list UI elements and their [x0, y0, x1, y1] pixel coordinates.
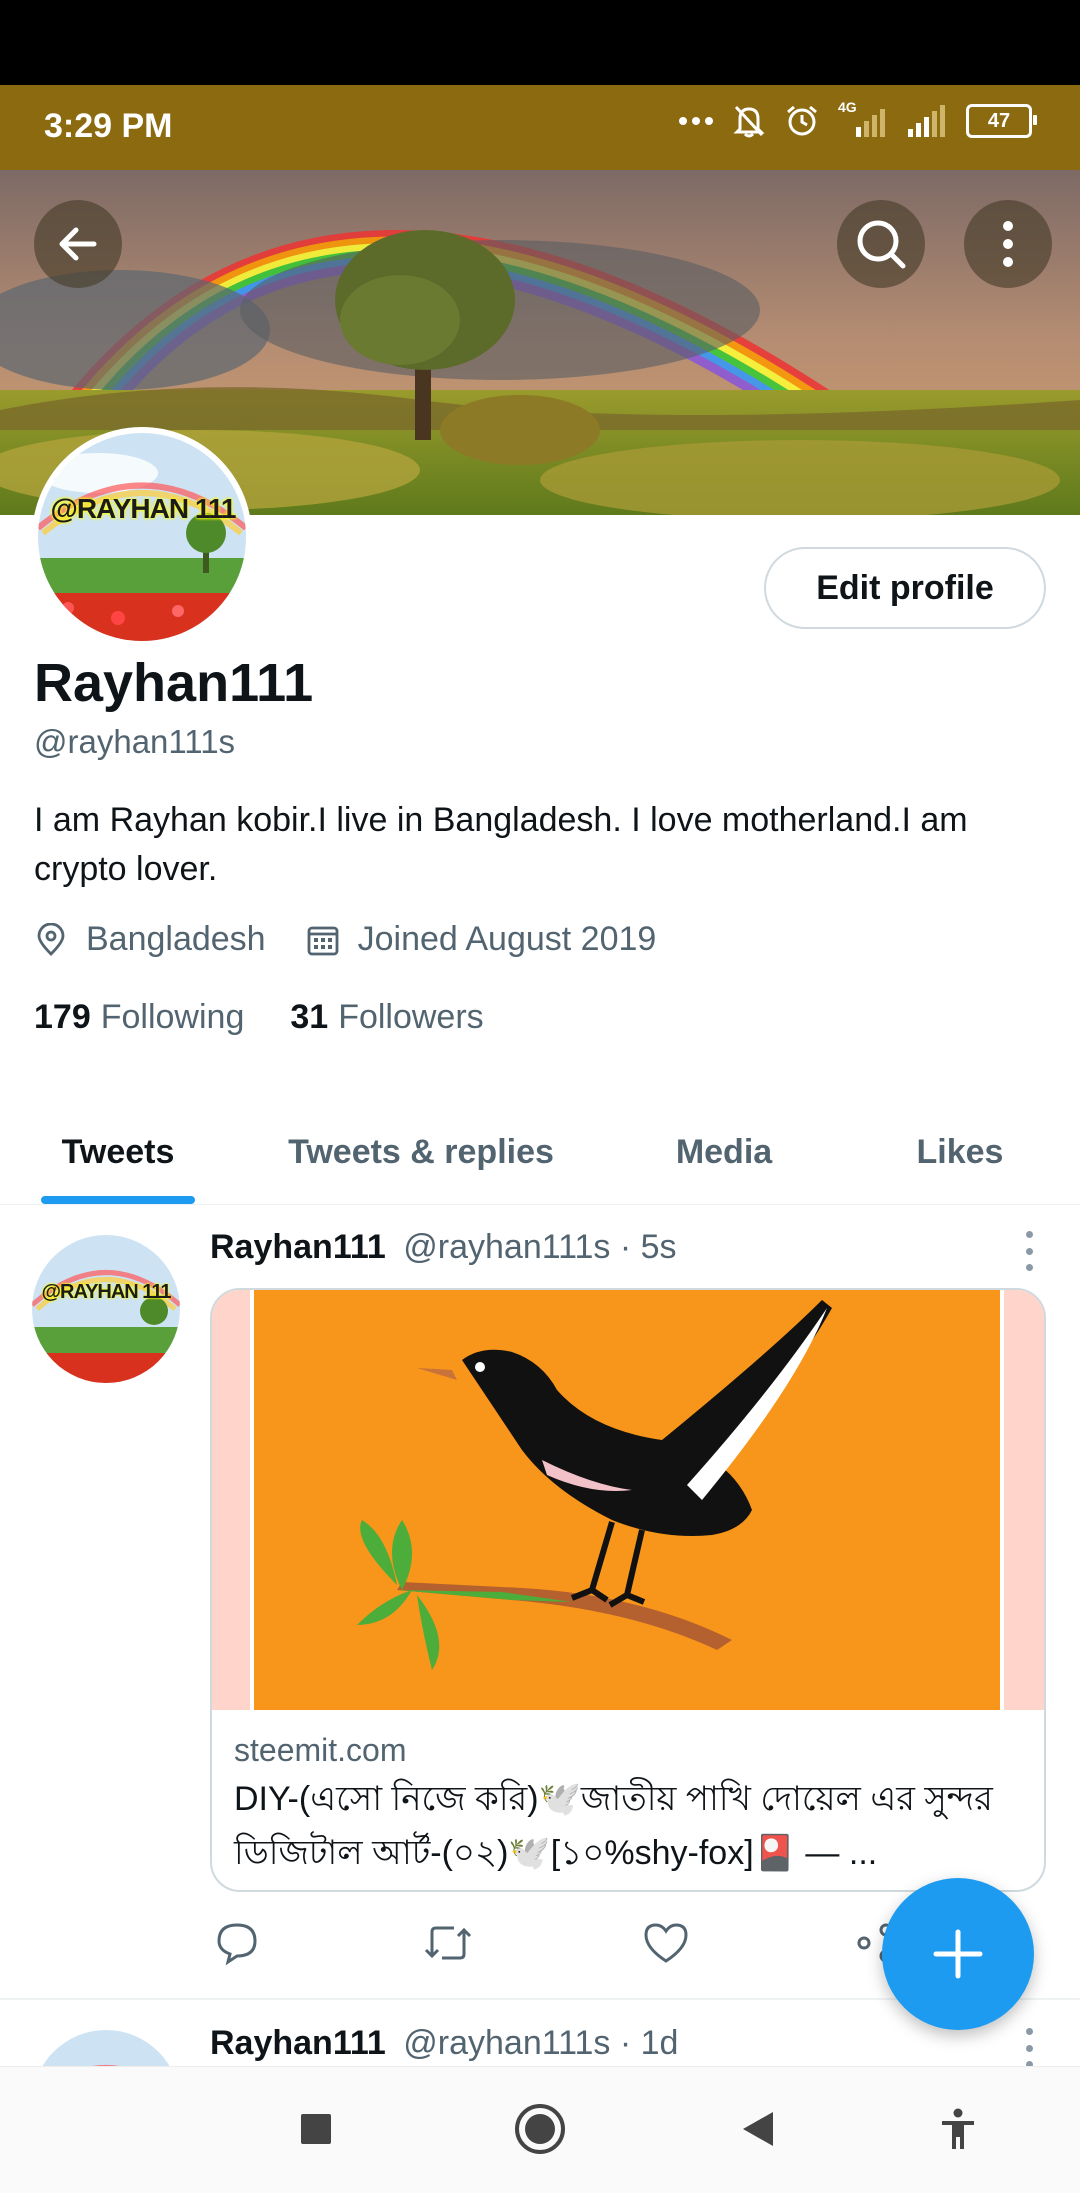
- tweet-avatar-image: [32, 2030, 180, 2066]
- avatar-image: [38, 433, 246, 641]
- follow-stats: 179 Following 31 Followers: [34, 998, 530, 1037]
- profile-name: Rayhan111: [34, 653, 314, 713]
- home-button[interactable]: [510, 2099, 570, 2159]
- tweet-avatar-logo-text: @RAYHAN 111: [41, 1281, 172, 1303]
- battery-indicator: 47: [966, 104, 1037, 138]
- recents-square-icon: [301, 2114, 331, 2144]
- joined-text: Joined August 2019: [357, 920, 657, 958]
- compose-tweet-button[interactable]: [882, 1878, 1034, 2030]
- followers-link[interactable]: 31 Followers: [290, 998, 483, 1037]
- tweet-time: · 5s: [619, 1228, 677, 1266]
- following-count: 179: [34, 998, 91, 1036]
- accessibility-button[interactable]: [928, 2099, 988, 2159]
- retweet-button[interactable]: [422, 1920, 474, 1971]
- tweet-header: Rayhan111 @rayhan111s · 1d: [210, 2024, 678, 2063]
- profile-meta: Bangladesh Joined August 2019: [34, 920, 696, 959]
- heart-icon: [644, 1923, 688, 1963]
- profile-bio: I am Rayhan kobir.I live in Bangladesh. …: [34, 801, 968, 888]
- tweet-more-button[interactable]: [1014, 2028, 1044, 2066]
- profile-avatar[interactable]: @RAYHAN 111: [32, 427, 252, 647]
- calendar-icon: [307, 926, 339, 955]
- link-card[interactable]: steemit.com DIY-(এসো নিজে করি)🕊️জাতীয় প…: [210, 1288, 1046, 1892]
- followers-count: 31: [290, 998, 329, 1036]
- recents-button[interactable]: [286, 2099, 346, 2159]
- tab-tweets[interactable]: Tweets: [28, 1100, 208, 1204]
- card-image: [212, 1290, 1044, 1710]
- edit-profile-button[interactable]: Edit profile: [764, 547, 1046, 629]
- tweet-avatar[interactable]: [32, 2030, 180, 2066]
- tab-tweets-replies[interactable]: Tweets & replies: [260, 1100, 582, 1204]
- search-icon: [857, 220, 906, 269]
- profile-joined: Joined August 2019: [306, 920, 657, 959]
- more-options-button[interactable]: [964, 200, 1052, 288]
- more-vertical-icon: [1003, 221, 1013, 267]
- following-label: Following: [100, 998, 245, 1036]
- profile-tabs: Tweets Tweets & replies Media Likes: [0, 1100, 1080, 1205]
- system-nav-bar: [0, 2066, 1080, 2193]
- retweet-icon: [424, 1926, 472, 1960]
- tab-likes[interactable]: Likes: [880, 1100, 1040, 1204]
- tweet-time: · 1d: [619, 2024, 679, 2062]
- magpie-robin-art-image: [212, 1290, 1044, 1710]
- back-triangle-icon: [743, 2112, 773, 2146]
- overflow-dots-icon: [679, 117, 713, 125]
- top-black-bar: [0, 0, 1080, 85]
- card-domain: steemit.com: [234, 1732, 407, 1768]
- mute-bell-icon: [733, 105, 765, 138]
- status-time: 3:29 PM: [44, 107, 173, 145]
- plus-icon: [933, 1929, 983, 1979]
- avatar-logo-text: @RAYHAN 111: [50, 493, 237, 524]
- tweet-avatar-image: [32, 1235, 180, 1383]
- profile-handle: @rayhan111s: [34, 723, 236, 760]
- reply-button[interactable]: [214, 1920, 260, 1971]
- card-title: DIY-(এসো নিজে করি)🕊️জাতীয় পাখি দোয়েল এ…: [234, 1780, 993, 1872]
- back-arrow-icon: [59, 227, 97, 261]
- signal-bars-icon-2: [908, 105, 945, 137]
- location-text: Bangladesh: [86, 920, 266, 958]
- alarm-icon: [787, 105, 817, 136]
- signal-bars-icon: [856, 109, 885, 137]
- followers-label: Followers: [338, 998, 484, 1036]
- location-pin-icon: [37, 922, 65, 956]
- active-tab-indicator: [41, 1196, 195, 1204]
- tab-media[interactable]: Media: [640, 1100, 808, 1204]
- back-button[interactable]: [34, 200, 122, 288]
- reply-icon: [217, 1923, 257, 1966]
- signal-4g: 4G: [838, 99, 888, 139]
- tweet-author-handle: @rayhan111s: [403, 1228, 611, 1266]
- search-button[interactable]: [837, 200, 925, 288]
- tweet-header: Rayhan111 @rayhan111s · 5s: [210, 1228, 677, 1267]
- following-link[interactable]: 179 Following: [34, 998, 244, 1037]
- back-nav-button[interactable]: [728, 2099, 788, 2159]
- accessibility-icon: [942, 2108, 974, 2149]
- tweet-author-name[interactable]: Rayhan111: [210, 1228, 386, 1266]
- tweet-author-handle: @rayhan111s: [403, 2024, 611, 2062]
- tweet-avatar[interactable]: @RAYHAN 111: [32, 1235, 180, 1383]
- home-circle-icon: [515, 2104, 565, 2154]
- status-icons: 4G 47: [678, 99, 1037, 139]
- profile-location: Bangladesh: [34, 920, 266, 959]
- status-bar: 3:29 PM 4G 47: [0, 85, 1080, 170]
- tweet-author-name[interactable]: Rayhan111: [210, 2024, 386, 2062]
- tweet-more-button[interactable]: [1014, 1231, 1044, 1271]
- like-button[interactable]: [642, 1920, 690, 1971]
